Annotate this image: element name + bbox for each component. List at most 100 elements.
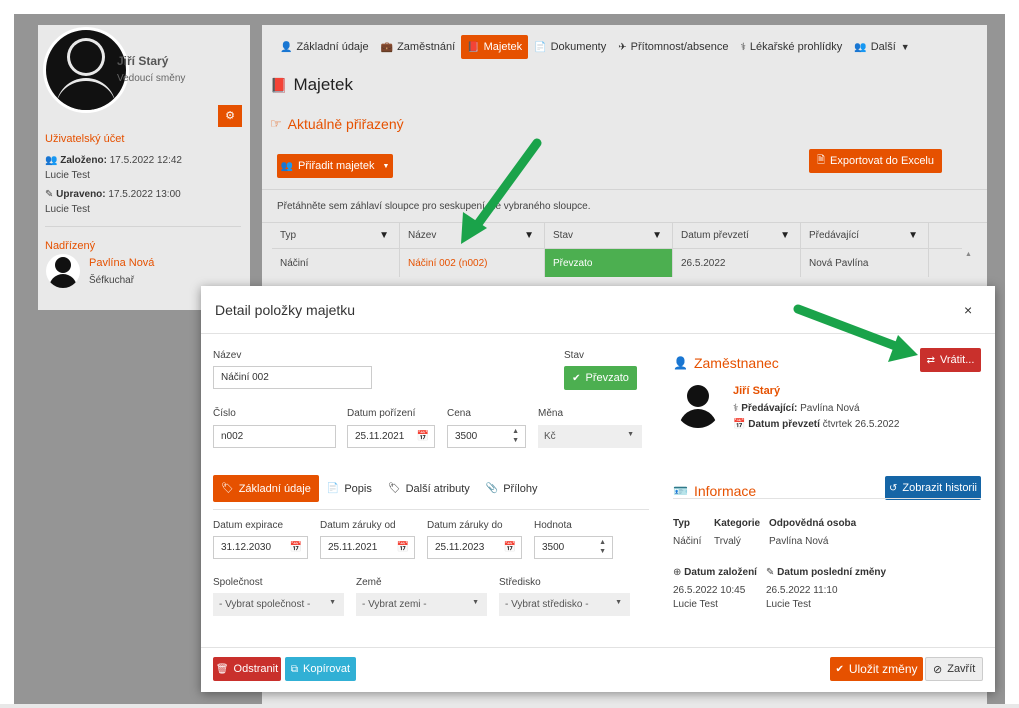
filter-icon[interactable]: ▼ — [780, 230, 790, 241]
tab-documents[interactable]: 📄 Dokumenty — [528, 35, 612, 59]
paperclip-icon: 📎 — [485, 483, 499, 494]
calendar-icon[interactable]: 📅 — [290, 542, 302, 553]
company-select[interactable]: - Vybrat společnost - ▼ — [213, 593, 344, 616]
changed-by: Lucie Test — [766, 599, 811, 610]
modal-header: Detail položky majetku × — [201, 286, 995, 334]
group-drop-area[interactable]: Přetáhněte sem záhlaví sloupce pro sesku… — [262, 189, 987, 223]
copy-button[interactable]: ⧉ Kopírovat — [285, 657, 356, 681]
trash-icon: 🗑 — [215, 663, 229, 675]
tab-employment[interactable]: 💼 Zaměstnání — [375, 35, 462, 59]
column-header-takeover-date[interactable]: Datum převzetí ▼ — [673, 223, 801, 248]
column-header-name[interactable]: Název ▼ — [400, 223, 545, 248]
caret-down-icon: ▼ — [627, 431, 634, 438]
value-input[interactable]: 3500 ▲ ▼ — [534, 536, 613, 559]
name-input[interactable]: Náčiní 002 — [213, 366, 372, 389]
acquired-date-input[interactable]: 25.11.2021 📅 — [347, 425, 435, 448]
center-select[interactable]: - Vybrat středisko - ▼ — [499, 593, 630, 616]
account-section-title: Uživatelský účet — [45, 133, 125, 145]
employee-avatar — [675, 382, 721, 428]
country-select[interactable]: - Vybrat zemi - ▼ — [356, 593, 487, 616]
subtab-divider — [213, 509, 649, 510]
employee-tabs: 👤 Základní údaje 💼 Zaměstnání 📕 Majetek 📄 Do… — [274, 35, 916, 59]
filter-icon[interactable]: ▼ — [524, 230, 534, 241]
subtab-description[interactable]: 📄 Popis — [319, 475, 380, 502]
created-label: ⊕ Datum založení — [673, 567, 757, 578]
currency-label: Měna — [538, 408, 564, 419]
cell-name-link[interactable]: Náčiní 002 (n002) — [400, 249, 545, 277]
profile-settings-button[interactable]: ⚙ — [218, 105, 242, 127]
expiry-date-input[interactable]: 31.12.2030 📅 — [213, 536, 308, 559]
page-title: 📕 Majetek — [270, 75, 353, 94]
superior-name-link[interactable]: Pavlína Nová — [89, 257, 154, 269]
subtab-attachments[interactable]: 📎 Přílohy — [478, 475, 546, 502]
warranty-to-input[interactable]: 25.11.2023 📅 — [427, 536, 522, 559]
number-label: Číslo — [213, 408, 236, 419]
tab-attendance[interactable]: ✈ Přítomnost/absence — [612, 35, 734, 59]
currency-select[interactable]: Kč ▼ — [538, 425, 642, 448]
show-history-button[interactable]: ↺ Zobrazit historii — [885, 476, 981, 500]
chevron-down-icon: ▼ — [900, 42, 910, 52]
ban-icon: ⊘ — [933, 663, 943, 676]
export-excel-button[interactable]: 🗎 Exportovat do Excelu — [809, 149, 942, 173]
price-label: Cena — [447, 408, 471, 419]
filter-icon[interactable]: ▼ — [908, 230, 918, 241]
assign-property-button[interactable]: 👥 Přiřadit majetek ▼ — [277, 154, 393, 178]
file-icon: 📄 — [534, 41, 547, 53]
delete-button[interactable]: 🗑 Odstranit — [213, 657, 281, 681]
spinner-icon[interactable]: ▲ ▼ — [599, 538, 606, 556]
tab-more[interactable]: 👥 Další ▼ — [848, 35, 915, 59]
cell-type: Náčiní — [272, 249, 400, 277]
spinner-icon[interactable]: ▲ ▼ — [512, 427, 519, 445]
plus-circle-icon: ⊕ — [673, 567, 682, 578]
created-by: Lucie Test — [673, 599, 718, 610]
column-header-handover[interactable]: Předávající ▼ — [801, 223, 929, 248]
expiry-label: Datum expirace — [213, 520, 284, 531]
subtab-basic[interactable]: 🏷 Základní údaje — [213, 475, 319, 502]
calendar-icon[interactable]: 📅 — [417, 431, 429, 442]
status-badge: ✔ Převzato — [564, 366, 637, 390]
subtab-attributes[interactable]: 🏷 Další atributy — [380, 475, 478, 502]
employee-name-link[interactable]: Jiří Starý — [733, 385, 780, 397]
plane-icon: ✈ — [618, 41, 627, 53]
profile-role: Vedoucí směny — [117, 73, 186, 84]
category-label: Kategorie — [714, 518, 761, 529]
pencil-icon: ✎ — [766, 567, 775, 578]
filter-icon[interactable]: ▼ — [652, 230, 662, 241]
history-icon: ↺ — [889, 482, 898, 494]
table-row[interactable]: Náčiní Náčiní 002 (n002) Převzato 26.5.2… — [272, 249, 962, 277]
price-input[interactable]: 3500 ▲ ▼ — [447, 425, 526, 448]
return-button[interactable]: ⇄ Vrátit... — [920, 348, 981, 372]
close-icon[interactable]: × — [964, 302, 972, 318]
filter-icon[interactable]: ▼ — [379, 230, 389, 241]
column-header-status[interactable]: Stav ▼ — [545, 223, 673, 248]
warranty-from-input[interactable]: 25.11.2021 📅 — [320, 536, 415, 559]
detail-subtabs: 🏷 Základní údaje 📄 Popis 🏷 Další atributy 📎… — [213, 475, 545, 502]
save-changes-button[interactable]: ✔ Uložit změny — [830, 657, 923, 681]
file-icon: 📄 — [326, 483, 340, 494]
close-button[interactable]: ⊘ Zavřít — [925, 657, 984, 681]
tab-property[interactable]: 📕 Majetek — [461, 35, 529, 59]
caret-down-icon: ▼ — [472, 599, 479, 606]
scroll-up-icon[interactable]: ▲ — [965, 251, 972, 258]
person-icon: 👤 — [280, 41, 293, 53]
warranty-from-label: Datum záruky od — [320, 520, 396, 531]
tab-medical[interactable]: ⚕ Lékařské prohlídky — [734, 35, 848, 59]
caret-down-icon: ▼ — [615, 599, 622, 606]
category-value: Trvalý — [714, 536, 741, 547]
calendar-icon[interactable]: 📅 — [504, 542, 516, 553]
doctor-icon: ⚕ — [733, 403, 739, 414]
profile-avatar — [43, 27, 129, 113]
excel-file-icon: 🗎 — [817, 154, 826, 166]
tab-basic-info[interactable]: 👤 Základní údaje — [274, 35, 375, 59]
calendar-icon[interactable]: 📅 — [397, 542, 409, 553]
center-label: Středisko — [499, 577, 541, 588]
company-label: Společnost — [213, 577, 263, 588]
info-section-title: 🪪 Informace — [673, 483, 757, 499]
bottom-border — [0, 704, 1019, 708]
number-input[interactable]: n002 — [213, 425, 336, 448]
pencil-icon: ✎ — [45, 189, 54, 200]
id-card-icon: 🪪 — [673, 484, 688, 498]
column-header-type[interactable]: Typ ▼ — [272, 223, 400, 248]
check-circle-icon: ✔ — [572, 372, 581, 384]
hand-pointing-icon: ☞ — [270, 116, 282, 131]
